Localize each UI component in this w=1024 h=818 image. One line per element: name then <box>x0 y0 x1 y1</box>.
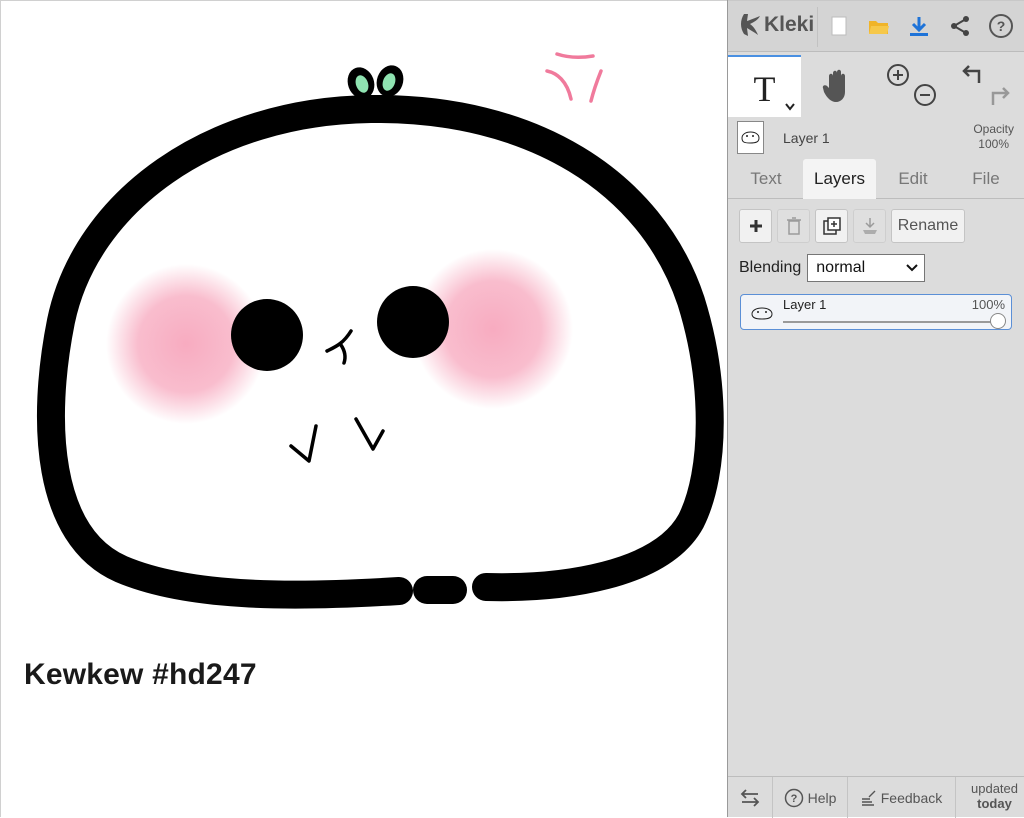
drawing-canvas[interactable]: Kewkew #hd247 <box>0 0 727 817</box>
chevron-down-icon <box>906 264 918 272</box>
tab-edit[interactable]: Edit <box>883 159 943 198</box>
right-hand-mark <box>354 417 385 451</box>
swap-panel-side-button[interactable] <box>728 777 773 818</box>
current-layer-name: Layer 1 <box>783 130 830 146</box>
undo-redo-buttons[interactable] <box>950 55 1024 117</box>
layer-opacity-slider-handle[interactable] <box>990 313 1006 329</box>
tool-row: T <box>728 55 1024 117</box>
plus-icon <box>749 220 762 232</box>
kleki-logo[interactable]: Kleki <box>738 12 814 38</box>
svg-text:?: ? <box>790 793 797 805</box>
text-tool-button[interactable]: T <box>728 55 801 117</box>
nose-mark <box>325 329 353 365</box>
feedback-button[interactable]: Feedback <box>848 777 956 818</box>
pencil-note-icon <box>861 790 876 806</box>
trash-icon <box>786 217 801 235</box>
swap-arrows-icon <box>740 788 760 807</box>
chevron-down-icon[interactable] <box>785 103 795 111</box>
duplicate-layer-button[interactable] <box>815 209 848 243</box>
blending-row: Blending normal <box>739 253 926 283</box>
current-layer-info: Layer 1 Opacity 100% <box>728 118 1024 158</box>
text-tool-icon: T <box>753 69 776 109</box>
tab-file[interactable]: File <box>956 159 1016 198</box>
blending-label: Blending <box>739 259 802 276</box>
duplicate-icon <box>822 217 841 235</box>
open-folder-icon[interactable] <box>866 13 892 39</box>
hand-tool-button[interactable] <box>801 55 875 117</box>
panel-tabs: Text Layers Edit File <box>728 159 1024 199</box>
merge-down-icon <box>862 218 877 234</box>
right-eye <box>377 286 449 358</box>
help-circle-icon: ? <box>784 788 803 807</box>
share-icon[interactable] <box>947 13 973 39</box>
opacity-readout: Opacity 100% <box>973 122 1014 151</box>
layer-item-name: Layer 1 <box>783 297 827 312</box>
blending-select[interactable]: normal <box>807 254 926 282</box>
add-layer-button[interactable] <box>739 209 772 243</box>
hand-icon <box>822 69 845 102</box>
tab-text[interactable]: Text <box>736 159 796 198</box>
anger-mark <box>545 52 603 103</box>
download-icon[interactable] <box>906 13 932 39</box>
kewkew-drawing <box>37 52 724 609</box>
redo-icon <box>991 87 1010 105</box>
zoom-out-icon <box>914 84 936 106</box>
right-panel: Kleki ? T Layer 1 Opacity 100% Text Laye… <box>727 0 1024 818</box>
top-bar: Kleki ? <box>728 0 1024 52</box>
layer-item-thumbnail <box>751 307 773 320</box>
new-image-icon[interactable] <box>826 13 852 39</box>
left-eye <box>231 299 303 371</box>
panel-footer: ? Help Feedback updated today <box>728 776 1024 818</box>
help-button[interactable]: ? Help <box>773 777 848 818</box>
merge-down-button[interactable] <box>853 209 886 243</box>
undo-icon <box>962 65 981 83</box>
drawing-caption: Kewkew #hd247 <box>24 658 257 691</box>
layer-opacity-track[interactable] <box>783 321 1001 323</box>
layer-thumbnail[interactable] <box>737 121 764 154</box>
left-hand-mark <box>289 424 318 463</box>
updated-notice[interactable]: updated today <box>971 781 1018 811</box>
layer-item-opacity: 100% <box>971 297 1005 312</box>
svg-text:?: ? <box>997 18 1006 34</box>
tab-layers[interactable]: Layers <box>803 159 876 199</box>
rename-layer-button[interactable]: Rename <box>891 209 965 243</box>
zoom-in-icon <box>887 64 909 86</box>
delete-layer-button[interactable] <box>777 209 810 243</box>
layer-list-item[interactable]: Layer 1 100% <box>740 294 1012 330</box>
zoom-tool-button[interactable] <box>876 55 950 117</box>
logo-text: Kleki <box>764 13 815 36</box>
help-icon[interactable]: ? <box>988 13 1014 39</box>
kleki-logo-icon <box>741 14 760 36</box>
